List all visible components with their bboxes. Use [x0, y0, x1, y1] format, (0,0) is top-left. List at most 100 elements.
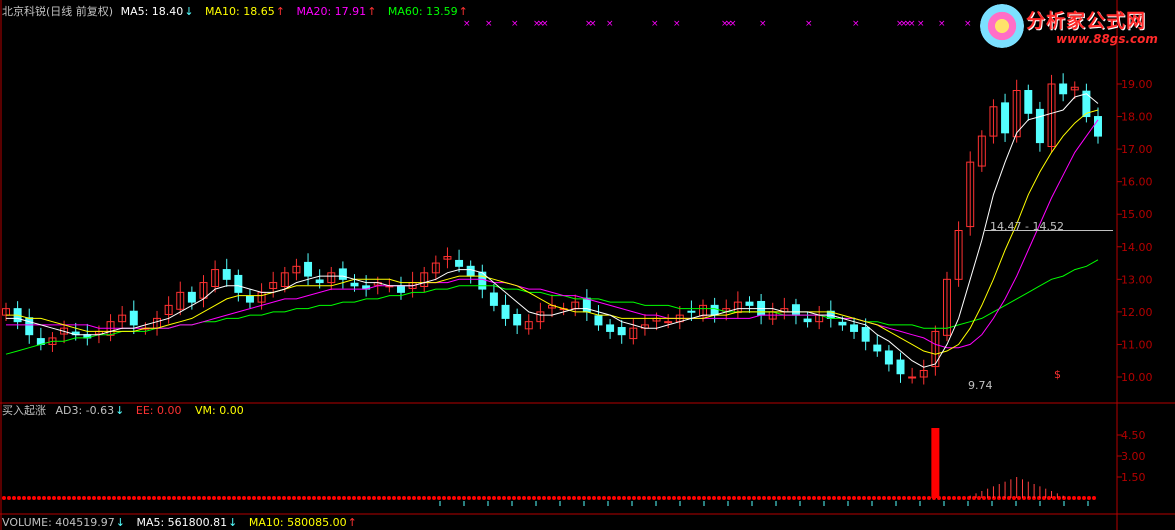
signal-x-marker: × — [908, 19, 916, 29]
candle-body — [489, 292, 498, 306]
signal-x-marker: × — [729, 19, 737, 29]
price-tick-label: 10.00 — [1121, 371, 1153, 384]
flower-icon — [980, 4, 1024, 48]
signal-markers: × × × ××× ×× × × × ××× × × × ×××× × × × — [463, 19, 972, 29]
indicator-axis: 1.50 3.00 4.50 — [1117, 429, 1146, 484]
indicator-baseline-dot — [572, 496, 576, 500]
indicator-baseline-dot — [672, 496, 676, 500]
indicator-baseline-dot — [207, 496, 211, 500]
indicator-baseline-dot — [372, 496, 376, 500]
candlestick-series — [2, 73, 1102, 385]
indicator-baseline-dot — [412, 496, 416, 500]
indicator-baseline-dot — [467, 496, 471, 500]
indicator-baseline-dot — [1087, 496, 1091, 500]
indicator-baseline-dot — [787, 496, 791, 500]
indicator-baseline-dot — [717, 496, 721, 500]
indicator-baseline-dot — [517, 496, 521, 500]
indicator-baseline-dot — [992, 496, 996, 500]
indicator-baseline-dot — [847, 496, 851, 500]
indicator-baseline-dot — [982, 496, 986, 500]
indicator-baseline-dot — [797, 496, 801, 500]
indicator-tick-label: 1.50 — [1121, 471, 1146, 484]
indicator-baseline-dot — [567, 496, 571, 500]
indicator-baseline-dot — [167, 496, 171, 500]
indicator-baseline-dot — [27, 496, 31, 500]
indicator-baseline-dot — [302, 496, 306, 500]
indicator-baseline-dot — [802, 496, 806, 500]
indicator-baseline-dot — [702, 496, 706, 500]
indicator-baseline-dot — [72, 496, 76, 500]
candle-body — [466, 265, 475, 277]
indicator-baseline-dot — [697, 496, 701, 500]
indicator-baseline-dot — [507, 496, 511, 500]
indicator-baseline-dot — [307, 496, 311, 500]
signal-x-marker: × — [759, 19, 767, 29]
ma5-line — [6, 93, 1099, 368]
indicator-baseline-dot — [662, 496, 666, 500]
candle-body — [873, 344, 882, 352]
indicator-baseline-dot — [897, 496, 901, 500]
signal-x-marker: × — [606, 19, 614, 29]
indicator-baseline-dot — [907, 496, 911, 500]
indicator-baseline-dot — [462, 496, 466, 500]
indicator-baseline-dot — [332, 496, 336, 500]
indicator-baseline-dot — [657, 496, 661, 500]
candle-body — [1059, 83, 1068, 95]
indicator-baseline-dot — [742, 496, 746, 500]
price-tick-label: 19.00 — [1121, 78, 1153, 91]
indicator-baseline-dot — [202, 496, 206, 500]
indicator-baseline-dot — [417, 496, 421, 500]
indicator-baseline-dot — [512, 496, 516, 500]
logo-url: www.88gs.com — [1056, 32, 1158, 46]
indicator-baseline-dot — [777, 496, 781, 500]
indicator-baseline-dot — [622, 496, 626, 500]
indicator-baseline-dot — [1012, 496, 1016, 500]
indicator-baseline-dot — [187, 496, 191, 500]
candle-body — [350, 282, 359, 287]
indicator-baseline-dot — [227, 496, 231, 500]
indicator-baseline-dot — [312, 496, 316, 500]
indicator-baseline-dot — [457, 496, 461, 500]
indicator-baseline-dot — [762, 496, 766, 500]
indicator-baseline-dot — [57, 496, 61, 500]
indicator-baseline-dot — [102, 496, 106, 500]
indicator-baseline-dot — [397, 496, 401, 500]
indicator-baseline-dot — [947, 496, 951, 500]
indicator-baseline-dot — [37, 496, 41, 500]
candle-body — [617, 327, 626, 336]
indicator-baseline-dot — [817, 496, 821, 500]
indicator-baseline-dot — [492, 496, 496, 500]
indicator-baseline-dot — [647, 496, 651, 500]
indicator-baseline-dot — [477, 496, 481, 500]
indicator-baseline-dot — [867, 496, 871, 500]
chart-annotations: 9.74 14.47 - 14.52 $ — [968, 220, 1113, 392]
candle-body — [1094, 116, 1102, 137]
candle-body — [396, 285, 405, 293]
indicator-bars — [2, 428, 1096, 506]
candle-body — [861, 327, 870, 342]
indicator-baseline-dot — [322, 496, 326, 500]
moving-average-lines — [5, 93, 1099, 368]
price-tick-label: 13.00 — [1121, 273, 1153, 286]
indicator-baseline-dot — [592, 496, 596, 500]
price-tick-label: 17.00 — [1121, 143, 1153, 156]
indicator-baseline-dot — [957, 496, 961, 500]
indicator-baseline-dot — [807, 496, 811, 500]
indicator-baseline-dot — [262, 496, 266, 500]
candle-body — [187, 291, 196, 303]
indicator-baseline-dot — [352, 496, 356, 500]
candle-body — [1035, 108, 1044, 144]
indicator-baseline-dot — [902, 496, 906, 500]
indicator-baseline-dot — [1047, 496, 1051, 500]
indicator-baseline-dot — [402, 496, 406, 500]
indicator-baseline-dot — [192, 496, 196, 500]
indicator-baseline-dot — [587, 496, 591, 500]
signal-x-marker: × — [917, 19, 925, 29]
indicator-baseline-dot — [732, 496, 736, 500]
indicator-baseline-dot — [712, 496, 716, 500]
indicator-baseline-dot — [862, 496, 866, 500]
signal-x-marker: × — [852, 19, 860, 29]
indicator-baseline-dot — [132, 496, 136, 500]
indicator-baseline-dot — [427, 496, 431, 500]
indicator-baseline-dot — [47, 496, 51, 500]
